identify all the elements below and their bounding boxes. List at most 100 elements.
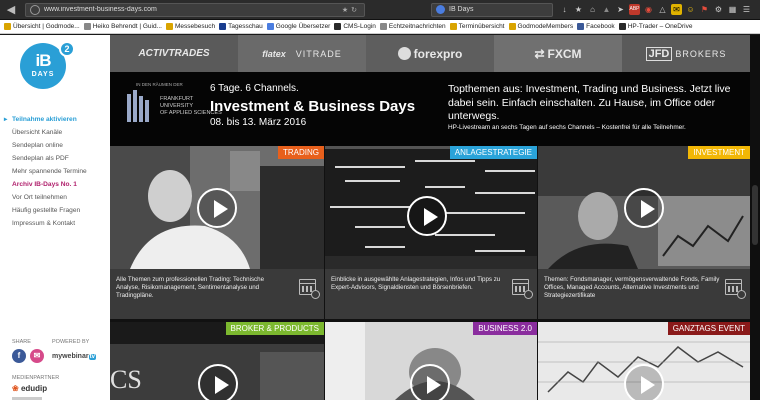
- play-button[interactable]: [407, 196, 447, 236]
- bookmark-label: Heiko Behrendt | Guid...: [92, 23, 162, 30]
- bookmark-item[interactable]: HP-Trader – OneDrive: [618, 23, 693, 30]
- bookmark-favicon-icon: [334, 23, 342, 30]
- channel-tile-broker-products[interactable]: CS BROKER & PRODUCTS: [110, 322, 324, 400]
- bookmark-favicon-icon: [266, 23, 274, 30]
- bookmark-item[interactable]: CMS-Login: [334, 23, 376, 30]
- share-icon[interactable]: △: [657, 4, 668, 15]
- shield-icon[interactable]: ▲: [601, 4, 612, 15]
- bookmark-favicon-icon: [577, 23, 585, 30]
- bookmark-item[interactable]: Heiko Behrendt | Guid...: [83, 23, 162, 30]
- bookmark-label: Übersicht | Godmode...: [13, 23, 80, 30]
- bookmark-item[interactable]: Messebesuch: [165, 23, 215, 30]
- bookmark-label: GodmodeMembers: [517, 23, 574, 30]
- share-icons: f ✉: [12, 349, 44, 363]
- channel-tile-business[interactable]: BUSINESS 2.0: [325, 322, 537, 400]
- forexpro-icon: [397, 47, 411, 60]
- reload-icon[interactable]: ★↻: [342, 6, 360, 14]
- partner-label: MEDIENPARTNER: [12, 375, 60, 381]
- sponsor-fxcm[interactable]: ⇄ FXCM: [494, 35, 622, 72]
- menu-sendeplan-online[interactable]: Sendeplan online: [12, 139, 108, 152]
- bookmark-item[interactable]: Facebook: [577, 23, 615, 30]
- sponsor-forexpro[interactable]: forexpro: [366, 35, 494, 72]
- flatex-text: flatex: [262, 48, 286, 59]
- bookmark-item[interactable]: Terminübersicht: [449, 23, 505, 30]
- scrollbar[interactable]: [750, 35, 760, 400]
- mail-icon[interactable]: ✉: [30, 349, 44, 363]
- play-button[interactable]: [624, 364, 664, 400]
- mywebinar-logo[interactable]: mywebinartv: [52, 353, 96, 360]
- menu-faq[interactable]: Häufig gestellte Fragen: [12, 204, 108, 217]
- url-text[interactable]: www.investment-business-days.com: [44, 6, 342, 13]
- logo-text: iB: [35, 51, 52, 70]
- channel-description: Einblicke in ausgewählte Anlagestrategie…: [331, 276, 501, 292]
- gear-icon[interactable]: ⚙: [713, 4, 724, 15]
- pocket-icon[interactable]: ◉: [643, 4, 654, 15]
- menu-sendeplan-pdf[interactable]: Sendeplan als PDF: [12, 152, 108, 165]
- search-text[interactable]: IB Days: [449, 6, 474, 13]
- bookmark-item[interactable]: Tagesschau: [219, 23, 263, 30]
- bookmark-icon[interactable]: ★: [573, 4, 584, 15]
- flag-icon[interactable]: ⚑: [699, 4, 710, 15]
- play-button[interactable]: [624, 188, 664, 228]
- smiley-icon[interactable]: ☺: [685, 4, 696, 15]
- sponsor-flatex-vitrade[interactable]: flatex VITRADE: [238, 35, 366, 72]
- facebook-icon[interactable]: f: [12, 349, 26, 363]
- channel-tag: BUSINESS 2.0: [473, 322, 537, 335]
- bookmark-item[interactable]: Echtzeitnachrichten: [379, 23, 446, 30]
- menu-icon[interactable]: ☰: [741, 4, 752, 15]
- brokers-text: BROKERS: [675, 48, 727, 59]
- play-button[interactable]: [410, 364, 450, 400]
- channel-tile-investment[interactable]: INVESTMENT Themen: Fondsmanager, vermöge…: [538, 146, 750, 319]
- bookmark-item[interactable]: GodmodeMembers: [508, 23, 574, 30]
- bookmark-item[interactable]: Google Übersetzer: [266, 23, 331, 30]
- fxcm-text: FXCM: [547, 46, 582, 61]
- menu-teilnahme-aktivieren[interactable]: Teilnahme aktivieren: [12, 113, 108, 126]
- sponsor-jfd[interactable]: JFD BROKERS: [622, 35, 750, 72]
- play-button[interactable]: [197, 188, 237, 228]
- play-button[interactable]: [198, 364, 238, 400]
- bookmark-item[interactable]: Übersicht | Godmode...: [4, 23, 80, 30]
- channel-tile-trading[interactable]: TRADING Alle Themen zum professionellen …: [110, 146, 324, 319]
- menu-vor-ort[interactable]: Vor Ort teilnehmen: [12, 191, 108, 204]
- sidebar: iB DAYS 2 Teilnahme aktivieren Übersicht…: [0, 35, 110, 400]
- calendar-icon[interactable]: [725, 279, 746, 299]
- banner-tagline: 6 Tage. 6 Channels.: [210, 83, 299, 94]
- channel-tag: BROKER & PRODUCTS: [225, 322, 324, 335]
- edudip-text: edudip: [20, 384, 48, 393]
- svg-text:CS: CS: [110, 365, 142, 394]
- sponsor-activtrades[interactable]: ACTIVTRADES: [110, 35, 238, 72]
- bookmark-label: Google Übersetzer: [275, 23, 331, 30]
- download-icon[interactable]: ↓: [559, 4, 570, 15]
- send-icon[interactable]: ➤: [615, 4, 626, 15]
- channel-tag: TRADING: [278, 146, 324, 159]
- logo-days: DAYS: [31, 71, 55, 78]
- scrollbar-thumb[interactable]: [752, 185, 758, 245]
- bookmark-label: Facebook: [586, 23, 615, 30]
- home-icon[interactable]: ⌂: [587, 4, 598, 15]
- channel-tile-anlagestrategie[interactable]: ANLAGESTRATEGIE Einblicke in ausgewählte…: [325, 146, 537, 319]
- ib-days-logo[interactable]: iB DAYS 2: [20, 41, 75, 97]
- channel-tile-ganztags[interactable]: GANZTAGS EVENT: [538, 322, 750, 400]
- address-bar[interactable]: www.investment-business-days.com ★↻: [25, 2, 365, 17]
- menu-uebersicht-kanaele[interactable]: Übersicht Kanäle: [12, 126, 108, 139]
- search-box[interactable]: IB Days: [431, 2, 553, 17]
- menu-impressum[interactable]: Impressum & Kontakt: [12, 217, 108, 230]
- puzzle-icon[interactable]: ▦: [727, 4, 738, 15]
- edudip-mark-icon: ❀: [12, 384, 19, 393]
- menu-archiv[interactable]: Archiv IB-Days No. 1: [12, 178, 108, 191]
- banner-title: Investment & Business Days: [210, 98, 416, 115]
- jfd-text: JFD: [645, 46, 673, 61]
- bookmark-label: HP-Trader – OneDrive: [627, 23, 693, 30]
- calendar-icon[interactable]: [299, 279, 320, 299]
- channel-tag: INVESTMENT: [688, 146, 750, 159]
- menu-mehr-termine[interactable]: Mehr spannende Termine: [12, 165, 108, 178]
- channel-tag: GANZTAGS EVENT: [667, 322, 750, 335]
- channel-description-box: Alle Themen zum professionellen Trading:…: [110, 269, 324, 319]
- adblock-icon[interactable]: ABP: [629, 4, 640, 15]
- calendar-icon[interactable]: [512, 279, 533, 299]
- bookmark-label: Tagesschau: [228, 23, 263, 30]
- edudip-logo[interactable]: ❀ edudip: [12, 384, 47, 393]
- email-icon[interactable]: ✉: [671, 4, 682, 15]
- back-icon[interactable]: ◀: [3, 3, 19, 17]
- banner-description: Topthemen aus: Investment, Trading und B…: [448, 83, 731, 122]
